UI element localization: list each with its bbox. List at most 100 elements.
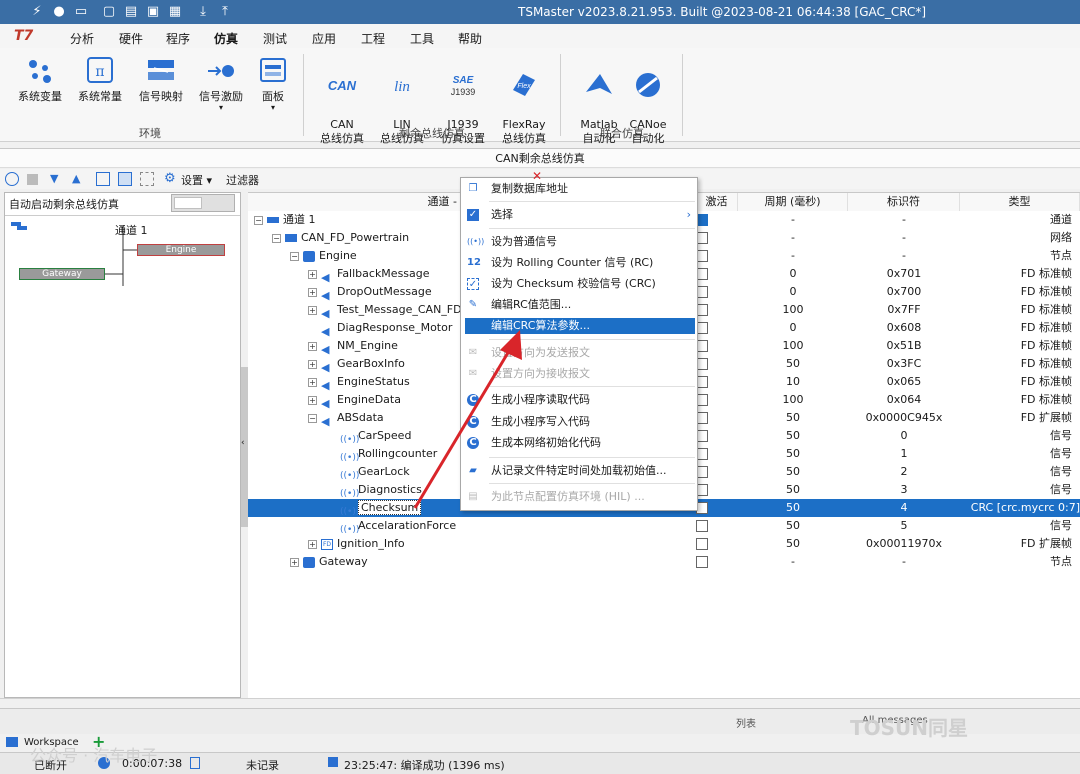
expand-toggle[interactable]: + [308, 305, 317, 315]
group-environment: 环境 [139, 127, 161, 140]
header-id[interactable]: 标识符 [848, 193, 960, 211]
expand-toggle[interactable]: + [308, 359, 317, 369]
group-residual-bus: 剩余总线仿真 [399, 127, 465, 140]
upload-icon[interactable]: ⤒ [216, 3, 234, 21]
engine-node-box[interactable]: Engine [137, 244, 225, 256]
collapse-toggle[interactable]: − [272, 233, 281, 243]
expand-toggle[interactable]: + [308, 287, 317, 297]
menu-test[interactable]: 测试 [263, 30, 287, 47]
signal-icon: ((•)) [340, 452, 360, 463]
row-id: 5 [900, 519, 908, 532]
table-row[interactable]: ((•))AccelarationForce 50 5 信号 [248, 517, 1080, 535]
active-checkbox[interactable] [696, 538, 708, 550]
gateway-node-box[interactable]: Gateway [19, 268, 105, 280]
auto-start-label: 自动启动剩余总线仿真 [9, 198, 119, 211]
signal-icon: ((•)) [340, 506, 360, 517]
deselect-icon[interactable] [140, 172, 154, 186]
system-variable-button[interactable]: 系统变量 [10, 56, 70, 104]
expand-toggle[interactable]: + [308, 341, 317, 351]
auto-start-toggle[interactable] [171, 194, 235, 212]
row-id: 1 [900, 447, 908, 460]
horizontal-scrollbar[interactable] [0, 698, 1080, 708]
menu-tools[interactable]: 工具 [410, 30, 434, 47]
topology-view: 通道 1 Engine Gateway [5, 215, 240, 697]
system-constant-button[interactable]: π 系统常量 [70, 56, 130, 104]
collapse-up-icon[interactable]: ▲ [72, 172, 86, 186]
menu-program[interactable]: 程序 [166, 30, 190, 47]
select-list-icon[interactable] [118, 172, 132, 186]
row-type: FD 扩展帧 [1020, 537, 1072, 550]
expand-down-icon[interactable]: ▼ [50, 172, 64, 186]
record-icon[interactable]: ● [50, 3, 68, 21]
open-folder-icon[interactable]: ▤ [122, 3, 140, 21]
menu-help[interactable]: 帮助 [458, 30, 482, 47]
settings-dropdown[interactable]: 设置 ▾ [181, 172, 212, 188]
expand-toggle[interactable]: + [308, 539, 317, 549]
list-label: 列表 [736, 719, 756, 730]
menu-item-label: 设为普通信号 [491, 235, 557, 248]
pane-splitter[interactable]: ‹ [241, 192, 248, 698]
signal-stimulus-button[interactable]: 信号激励 ▾ [191, 56, 251, 112]
refresh-icon[interactable] [5, 172, 19, 186]
active-checkbox[interactable] [696, 556, 708, 568]
save-icon[interactable]: ▣ [144, 3, 162, 21]
header-type[interactable]: 类型 [960, 193, 1080, 211]
record-status: 未记录 [246, 759, 279, 772]
row-period: 50 [786, 429, 800, 442]
save-as-icon[interactable]: ▦ [166, 3, 184, 21]
lin-icon: lin [394, 79, 410, 95]
app-logo[interactable]: T7 [14, 28, 38, 44]
menu-item-label: 设为 Rolling Counter 信号 (RC) [491, 256, 654, 269]
collapse-toggle[interactable]: − [290, 251, 299, 261]
filter-label[interactable]: 过滤器 [226, 172, 259, 188]
row-id: - [902, 249, 906, 262]
row-period: - [791, 555, 795, 568]
menu-item-select[interactable]: ✓ 选择 › [461, 205, 697, 225]
table-row[interactable]: + Gateway - - 节点 [248, 553, 1080, 571]
menu-item-normal-signal[interactable]: ((•)) 设为普通信号 [461, 232, 697, 252]
menu-item-rolling-counter[interactable]: 12 设为 Rolling Counter 信号 (RC) [461, 253, 697, 273]
menu-item-edit-rc-range[interactable]: ✎ 编辑RC值范围... [461, 295, 697, 315]
header-active[interactable]: 激活 [696, 193, 738, 211]
panel-button[interactable]: 面板 ▾ [243, 56, 303, 112]
signal-icon: ((•)) [340, 434, 360, 445]
new-project-icon[interactable]: ▢ [100, 3, 118, 21]
signal-icon: ((•)) [340, 470, 360, 481]
panel-label: 面板 [262, 90, 284, 103]
flexray-sim-button[interactable]: Flex FlexRay 总线仿真 [494, 56, 554, 146]
active-checkbox[interactable] [696, 520, 708, 532]
collapse-toggle[interactable]: − [308, 413, 317, 423]
menu-project[interactable]: 工程 [361, 30, 385, 47]
expand-toggle[interactable]: + [308, 395, 317, 405]
expand-toggle[interactable]: + [290, 557, 299, 567]
signal-mapping-button[interactable]: 信号映射 [131, 56, 191, 104]
menu-item-checksum[interactable]: ✓ 设为 Checksum 校验信号 (CRC) [461, 274, 697, 294]
stop-icon[interactable] [27, 174, 38, 185]
message-icon[interactable]: ▭ [72, 3, 90, 21]
row-name: Engine [319, 249, 357, 262]
download-icon[interactable]: ⤓ [194, 3, 212, 21]
menu-separator [489, 201, 695, 202]
collapse-toggle[interactable]: − [254, 215, 263, 225]
workspace-icon [6, 737, 18, 747]
header-period[interactable]: 周期 (毫秒) [738, 193, 848, 211]
lightning-icon[interactable]: ⚡ [28, 3, 46, 21]
row-type: FD 标准帧 [1020, 375, 1072, 388]
expand-toggle[interactable]: + [308, 269, 317, 279]
svg-text:Flex: Flex [517, 83, 531, 90]
table-row[interactable]: + FD Ignition_Info 50 0x00011970x FD 扩展帧 [248, 535, 1080, 553]
row-id: - [902, 231, 906, 244]
row-id: 0x065 [886, 375, 922, 388]
menu-hardware[interactable]: 硬件 [119, 30, 143, 47]
can-sim-button[interactable]: CAN CAN 总线仿真 [312, 56, 372, 146]
select-all-icon[interactable] [96, 172, 110, 186]
menu-item-copy-db-address[interactable]: ❐ 复制数据库地址 [461, 179, 697, 199]
collapse-left-icon[interactable]: ‹ [241, 438, 245, 448]
menu-analysis[interactable]: 分析 [70, 30, 94, 47]
row-period: - [791, 213, 795, 226]
signal-icon: ((•)) [340, 488, 360, 499]
menu-application[interactable]: 应用 [312, 30, 336, 47]
expand-toggle[interactable]: + [308, 377, 317, 387]
status-message: 23:25:47: 编译成功 (1396 ms) [344, 759, 505, 772]
close-icon[interactable]: ✕ [530, 170, 544, 182]
